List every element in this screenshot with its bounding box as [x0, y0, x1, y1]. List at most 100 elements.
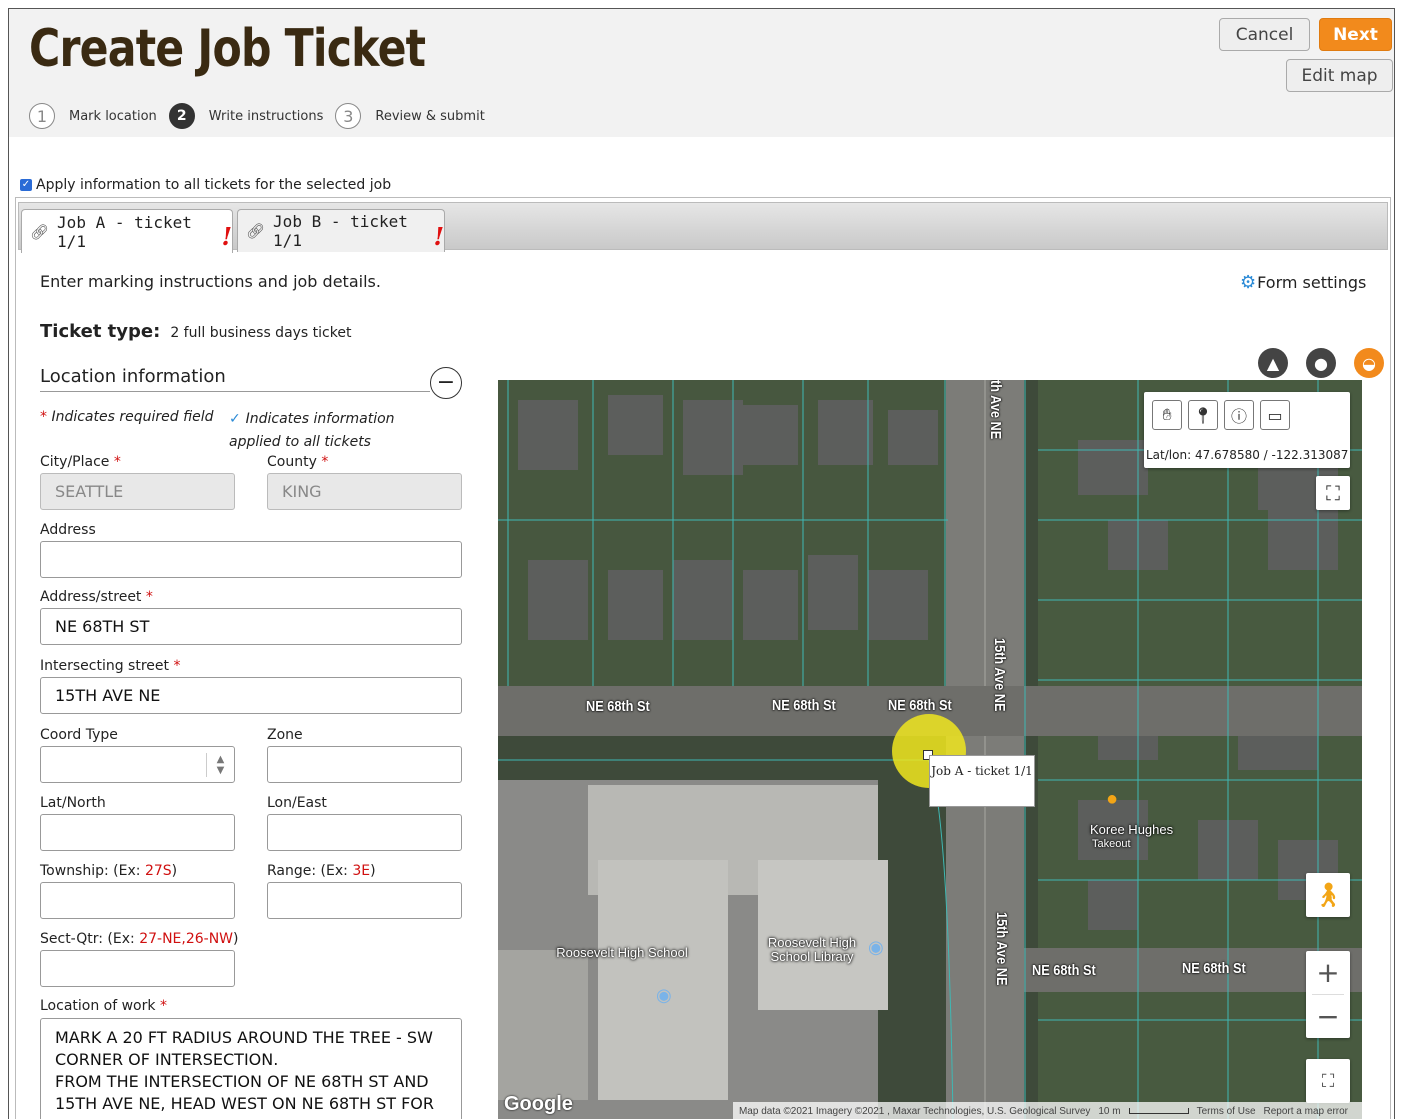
- gear-icon: ⚙: [1240, 272, 1257, 293]
- city-label: City/Place *: [40, 454, 121, 470]
- terrain-view-icon[interactable]: ▲: [1258, 348, 1288, 378]
- street-label: 15th Ave NE: [991, 638, 1008, 712]
- step-3-number[interactable]: 3: [335, 103, 362, 129]
- ruler-icon[interactable]: ▭: [1260, 400, 1290, 430]
- attribution-text: Map data ©2021 Imagery ©2021 , Maxar Tec…: [738, 1105, 1091, 1117]
- street-label: NE 68th St: [1182, 960, 1246, 977]
- street-view-icon[interactable]: ●: [1306, 348, 1336, 378]
- address-field[interactable]: [40, 541, 462, 578]
- range-field[interactable]: [267, 882, 462, 919]
- step-1-label[interactable]: Mark location: [69, 109, 157, 124]
- step-2-number[interactable]: 2: [168, 103, 195, 129]
- zoom-control: + −: [1306, 951, 1350, 1038]
- latlon-readout: Lat/lon: 47.678580 / -122.313087: [1146, 448, 1349, 462]
- sect-qtr-label: Sect-Qtr: (Ex: 27-NE,26-NW): [40, 931, 239, 947]
- poi-label: Koree Hughes: [1090, 822, 1174, 837]
- warning-icon: !: [433, 221, 444, 251]
- map-pin-icon[interactable]: 📍︎: [1188, 400, 1218, 430]
- next-button[interactable]: Next: [1319, 18, 1392, 51]
- lon-east-field[interactable]: [267, 814, 462, 851]
- scale-label: 10 m: [1098, 1105, 1121, 1117]
- street-label: NE 68th St: [586, 698, 650, 715]
- lat-north-field[interactable]: [40, 814, 235, 851]
- lat-north-label: Lat/North: [40, 795, 106, 811]
- street-label: th Ave NE: [987, 380, 1004, 440]
- map-attribution: Map data ©2021 Imagery ©2021 , Maxar Tec…: [732, 1102, 1362, 1119]
- form-settings-link[interactable]: ⚙ Form settings: [1240, 272, 1366, 293]
- tab-job-a[interactable]: 🔗︎ Job A - ticket 1/1 !: [21, 209, 233, 253]
- ticket-type-value: 2 full business days ticket: [170, 325, 352, 341]
- cancel-button[interactable]: Cancel: [1219, 18, 1310, 51]
- form-settings-label: Form settings: [1257, 273, 1367, 292]
- street-label: NE 68th St: [772, 697, 836, 714]
- pan-hand-icon[interactable]: ✋︎: [1152, 400, 1182, 430]
- city-field: SEATTLE: [40, 473, 235, 510]
- satellite-view-icon[interactable]: ◒: [1354, 348, 1384, 378]
- county-label: County *: [267, 454, 329, 470]
- sect-qtr-field[interactable]: [40, 950, 235, 987]
- tab-job-b-label: Job B - ticket 1/1: [273, 212, 408, 250]
- tab-job-b[interactable]: 🔗︎ Job B - ticket 1/1 !: [237, 209, 445, 252]
- poi-label: Roosevelt High School: [556, 945, 688, 960]
- step-3-label[interactable]: Review & submit: [375, 109, 484, 124]
- step-1-number[interactable]: 1: [29, 103, 55, 129]
- select-arrows-icon: ▲ ▼: [206, 753, 234, 777]
- tab-bar: 🔗︎ Job A - ticket 1/1 ! 🔗︎ Job B - ticke…: [18, 202, 1388, 253]
- ticket-type-label: Ticket type:: [40, 321, 161, 342]
- street-label: NE 68th St: [1032, 962, 1096, 979]
- location-of-work-label: Location of work *: [40, 998, 167, 1014]
- form-intro: Enter marking instructions and job detai…: [40, 272, 381, 291]
- zoom-out-button[interactable]: −: [1306, 995, 1350, 1038]
- collapse-section-button[interactable]: −: [430, 367, 462, 399]
- google-logo: Google: [504, 1093, 573, 1115]
- street-label: 15th Ave NE: [993, 912, 1010, 986]
- scale-bar: [1128, 1108, 1189, 1114]
- location-of-work-textarea[interactable]: MARK A 20 FT RADIUS AROUND THE TREE - SW…: [40, 1018, 462, 1119]
- street-label: NE 68th St: [888, 697, 952, 714]
- zoom-in-button[interactable]: +: [1306, 951, 1350, 994]
- zone-label: Zone: [267, 727, 303, 743]
- info-pin-icon[interactable]: ⓘ: [1224, 400, 1254, 430]
- apply-all-checkbox[interactable]: ✓: [20, 179, 32, 191]
- terms-link[interactable]: Terms of Use: [1197, 1106, 1256, 1117]
- apply-all-option[interactable]: ✓ Apply information to all tickets for t…: [20, 177, 391, 193]
- edit-map-button[interactable]: Edit map: [1286, 59, 1393, 92]
- county-field: KING: [267, 473, 462, 510]
- intersecting-street-label: Intersecting street *: [40, 658, 181, 674]
- header: Create Job Ticket 1 Mark location 2 Writ…: [9, 9, 1394, 137]
- range-label: Range: (Ex: 3E): [267, 863, 376, 879]
- warning-icon: !: [221, 222, 232, 251]
- applied-note: ✓ Indicates information applied to all t…: [229, 411, 395, 450]
- coord-type-select[interactable]: ▲ ▼: [40, 746, 235, 783]
- map-tool-panel: ✋︎ 📍︎ ⓘ ▭ Lat/lon: 47.678580 / -122.3130…: [1144, 392, 1350, 468]
- restaurant-pin-icon[interactable]: ●: [1106, 789, 1118, 809]
- required-note: * Indicates required field: [40, 409, 214, 425]
- app-frame: Create Job Ticket 1 Mark location 2 Writ…: [8, 8, 1395, 1119]
- tab-job-a-label: Job A - ticket 1/1: [57, 212, 192, 251]
- library-pin-icon[interactable]: ◉: [868, 938, 884, 956]
- address-street-field[interactable]: NE 68TH ST: [40, 608, 462, 645]
- fullscreen-icon[interactable]: ⛶: [1306, 1059, 1350, 1103]
- report-error-link[interactable]: Report a map error: [1264, 1106, 1348, 1117]
- coord-type-label: Coord Type: [40, 727, 118, 743]
- step-2-label[interactable]: Write instructions: [209, 109, 324, 124]
- marker-popup: Job A - ticket 1/1: [929, 755, 1035, 807]
- zone-field[interactable]: [267, 746, 462, 783]
- school-pin-icon[interactable]: ◉: [656, 986, 672, 1004]
- lon-east-label: Lon/East: [267, 795, 327, 811]
- check-icon: ✓: [229, 411, 246, 427]
- map-view-toggles: ▲ ● ◒: [1240, 348, 1384, 378]
- map-canvas[interactable]: NE 68th St NE 68th St NE 68th St NE 68th…: [498, 380, 1362, 1119]
- township-field[interactable]: [40, 882, 235, 919]
- location-section-title: Location information: [40, 366, 430, 392]
- wizard-steps: 1 Mark location 2 Write instructions 3 R…: [29, 103, 497, 129]
- poi-sublabel: Takeout: [1092, 838, 1131, 850]
- intersecting-street-field[interactable]: 15TH AVE NE: [40, 677, 462, 714]
- fit-bounds-icon[interactable]: ⛶: [1316, 476, 1350, 510]
- address-label: Address: [40, 522, 96, 538]
- page-title: Create Job Ticket: [29, 19, 426, 79]
- apply-all-label: Apply information to all tickets for the…: [36, 177, 392, 193]
- township-label: Township: (Ex: 27S): [40, 863, 178, 879]
- pegman-icon[interactable]: 🚶︎: [1306, 873, 1350, 917]
- poi-label: Roosevelt High School Library: [767, 935, 857, 964]
